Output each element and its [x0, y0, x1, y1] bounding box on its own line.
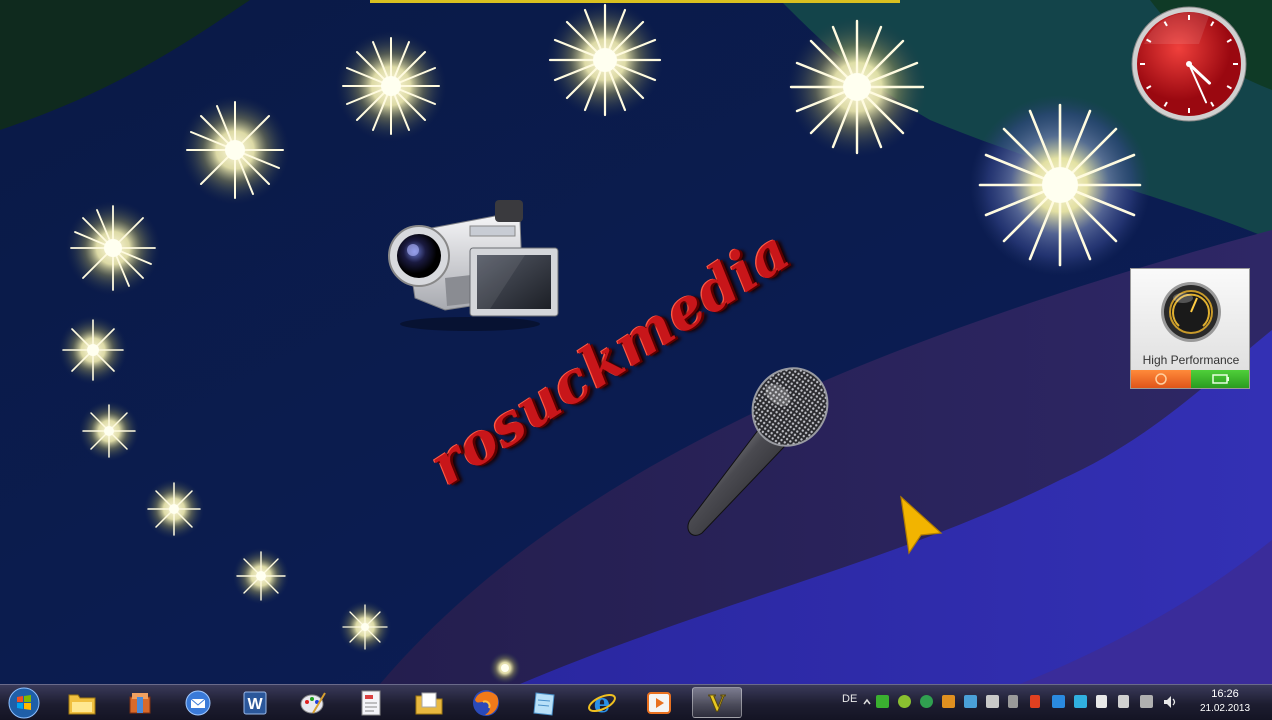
- star-sparkle-icon: [489, 652, 521, 684]
- tray-clipboard-icon[interactable]: [1118, 695, 1129, 708]
- taskbar-email[interactable]: [178, 687, 218, 718]
- tray-app-icon[interactable]: [1074, 695, 1087, 708]
- camcorder-icon[interactable]: [385, 198, 565, 333]
- ie-icon-letter: e: [594, 689, 611, 718]
- show-hidden-icons-icon[interactable]: [862, 696, 872, 708]
- ie-icon: e: [588, 689, 616, 718]
- folder-icon: [68, 694, 96, 714]
- tray-device-icon[interactable]: [986, 695, 999, 708]
- star-sparkle-icon: [970, 95, 1150, 275]
- taskbar-internet-explorer[interactable]: e: [582, 687, 622, 718]
- star-sparkle-icon: [787, 17, 927, 157]
- star-sparkle-icon: [144, 479, 204, 539]
- tray-globe-icon[interactable]: [920, 695, 933, 708]
- tray-security-icon[interactable]: [898, 695, 911, 708]
- tray-monitor-icon[interactable]: [1140, 695, 1153, 708]
- power-saver-icon: [1155, 373, 1167, 385]
- word-icon: W: [243, 691, 267, 714]
- taskbar-firefox[interactable]: [466, 687, 506, 718]
- taskbar-active-app[interactable]: V: [692, 687, 742, 718]
- star-sparkle-icon: [336, 31, 446, 141]
- word-icon-letter: W: [247, 696, 263, 713]
- firefox-icon: [473, 689, 499, 716]
- clock-gadget[interactable]: [1130, 5, 1248, 123]
- star-sparkle-icon: [79, 401, 139, 461]
- tray-usb-icon[interactable]: [1008, 695, 1018, 708]
- package-icon: [129, 692, 151, 713]
- power-plan-label: High Performance: [1142, 353, 1240, 367]
- clock-time: 16:26: [1211, 688, 1239, 700]
- microphone-icon[interactable]: [672, 365, 832, 545]
- star-sparkle-icon: [59, 316, 127, 384]
- tray-network-icon[interactable]: [876, 695, 889, 708]
- taskbar: W e V DE 16:26 21.02.2013: [0, 684, 1272, 720]
- play-icon: [647, 691, 671, 714]
- battery-button[interactable]: [1191, 370, 1249, 388]
- power-gauge-icon: [1161, 282, 1221, 342]
- windows-start-icon: [8, 687, 40, 718]
- tray-flag-icon[interactable]: [1096, 695, 1107, 708]
- volume-icon[interactable]: [1162, 694, 1178, 710]
- tray-speaker-alert-icon[interactable]: [1030, 695, 1040, 708]
- taskbar-package[interactable]: [120, 687, 160, 718]
- folder-doc-icon: [415, 692, 443, 714]
- start-button[interactable]: [4, 687, 44, 718]
- tray-sync-icon[interactable]: [964, 695, 977, 708]
- note-icon: [533, 691, 555, 716]
- language-indicator[interactable]: DE: [842, 693, 857, 705]
- star-sparkle-icon: [547, 2, 663, 118]
- mouse-cursor-icon: [900, 495, 943, 555]
- desktop: rosuckmedia High Performance: [0, 0, 1272, 684]
- star-sparkle-icon: [66, 201, 160, 295]
- vp-icon: V: [708, 690, 727, 717]
- vp-icon-letter: V: [708, 691, 726, 717]
- battery-icon: [1212, 374, 1229, 384]
- taskbar-notepad[interactable]: [524, 687, 564, 718]
- star-sparkle-icon: [233, 548, 289, 604]
- taskbar-file[interactable]: [409, 687, 449, 718]
- star-sparkle-icon: [181, 96, 289, 204]
- power-plan-gadget[interactable]: High Performance: [1130, 268, 1250, 389]
- star-sparkle-icon: [339, 601, 391, 653]
- taskbar-explorer[interactable]: [62, 687, 102, 718]
- mail-icon: [185, 690, 211, 715]
- tray-update-icon[interactable]: [942, 695, 955, 708]
- taskbar-word[interactable]: W: [235, 687, 275, 718]
- power-saver-button[interactable]: [1131, 370, 1191, 388]
- paint-icon: [300, 691, 326, 714]
- document-icon: [361, 690, 381, 715]
- taskbar-document[interactable]: [351, 687, 391, 718]
- taskbar-paint[interactable]: [293, 687, 333, 718]
- clock-date: 21.02.2013: [1199, 703, 1251, 714]
- system-clock[interactable]: 16:26 21.02.2013: [1190, 688, 1260, 714]
- tray-bluetooth-icon[interactable]: [1052, 695, 1065, 708]
- taskbar-media-player[interactable]: [639, 687, 679, 718]
